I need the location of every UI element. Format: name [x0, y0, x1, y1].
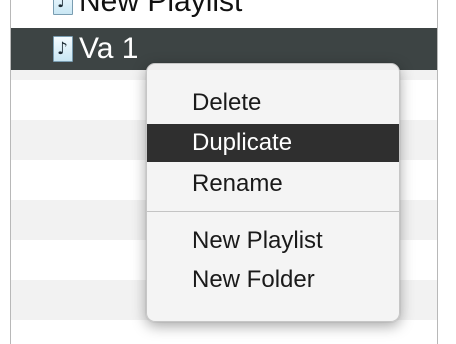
menu-item-duplicate[interactable]: Duplicate: [147, 124, 399, 162]
context-menu: Delete Duplicate Rename New Playlist New…: [146, 63, 400, 322]
list-item-label: New Playlist: [79, 0, 243, 18]
music-document-icon: [53, 0, 73, 15]
menu-item-delete[interactable]: Delete: [147, 84, 399, 122]
menu-item-rename[interactable]: Rename: [147, 165, 399, 203]
menu-item-new-folder[interactable]: New Folder: [147, 261, 399, 299]
list-item-new-playlist[interactable]: New Playlist: [11, 0, 437, 22]
menu-item-new-playlist[interactable]: New Playlist: [147, 222, 399, 260]
music-document-icon: [53, 36, 73, 62]
menu-separator: [147, 211, 399, 212]
list-item-label: Va 1: [79, 32, 139, 65]
